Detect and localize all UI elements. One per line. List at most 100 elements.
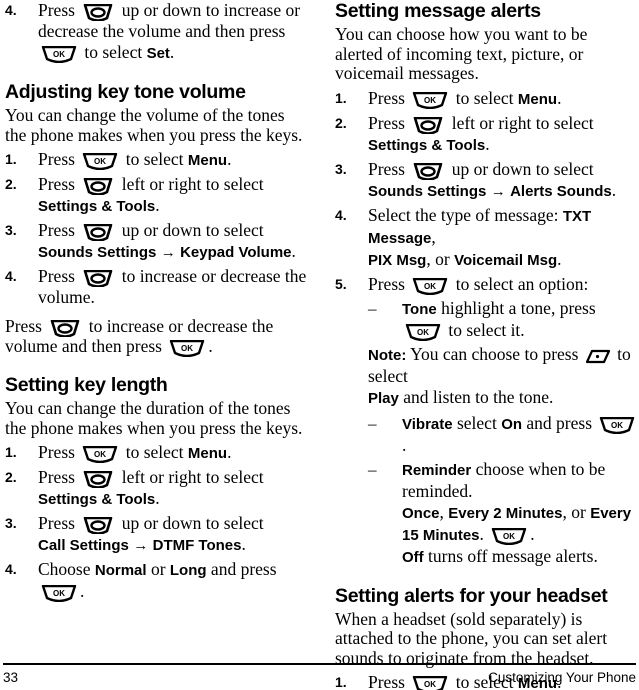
punct: .	[557, 248, 562, 269]
ui-term: Normal	[94, 562, 147, 579]
svg-text:OK: OK	[417, 328, 429, 337]
step-number: 3.	[5, 222, 17, 238]
step-text: or	[150, 559, 166, 579]
svg-text:OK: OK	[181, 344, 193, 353]
list-item: 4. Select the type of message: TXT Messa…	[335, 205, 639, 271]
ui-term: Reminder	[402, 461, 472, 479]
dash-marker: –	[368, 298, 377, 318]
ok-key-icon: OK	[168, 340, 206, 357]
sub-text: highlight a tone, press	[441, 297, 596, 318]
footer-divider	[3, 663, 636, 665]
step-text: Press	[38, 149, 75, 169]
punct: .	[402, 434, 407, 455]
ui-term: On	[501, 415, 523, 433]
ok-key-icon: OK	[411, 91, 449, 109]
step-text: to select	[84, 42, 143, 62]
arrow-glyph: →	[490, 182, 506, 200]
punct: .	[611, 179, 617, 200]
punct: .	[530, 523, 535, 544]
list-item: 3. Press up or down to select Call Setti…	[5, 513, 309, 556]
punct: .	[155, 195, 160, 215]
ui-term: Every 2 Minutes	[448, 504, 563, 522]
svg-text:OK: OK	[53, 50, 65, 59]
step-text: Press	[38, 467, 75, 487]
list-item: 2. Press left or right to select Setting…	[335, 113, 639, 156]
punct: .	[227, 149, 232, 169]
note-label: Note:	[368, 346, 407, 364]
step-number: 3.	[335, 160, 347, 177]
dash-marker: –	[368, 413, 377, 433]
step-number: 1.	[5, 151, 17, 167]
ui-term: Call Settings	[38, 537, 129, 554]
note-text: and listen to the tone.	[403, 386, 554, 407]
svg-text:OK: OK	[611, 421, 623, 430]
step-text: to select	[125, 149, 184, 169]
step-text: up or down to select	[121, 513, 264, 533]
punct: .	[227, 442, 232, 462]
soft-key-icon	[585, 349, 611, 365]
step-text: Press	[38, 0, 75, 20]
ui-term: Off	[402, 548, 424, 566]
ok-key-icon: OK	[404, 323, 442, 341]
sub-text: and press	[526, 412, 593, 433]
step-number: 1.	[5, 444, 17, 460]
ui-term: Vibrate	[402, 415, 453, 433]
step-text: up or down to select	[451, 158, 594, 179]
ok-key-icon: OK	[490, 527, 528, 545]
step-text: left or right to select	[121, 467, 264, 487]
punct: .	[291, 241, 296, 261]
sub-text: to select it.	[448, 319, 525, 340]
navigation-key-icon	[81, 517, 115, 534]
intro-paragraph-key-length: You can change the duration of the tones…	[5, 398, 303, 438]
right-column: Setting message alerts You can choose ho…	[335, 0, 639, 690]
step-text: to increase or decrease the volume.	[38, 266, 307, 307]
sub-text: select	[456, 412, 497, 433]
sub-text: turns off message alerts.	[428, 545, 598, 566]
step-number: 4.	[5, 268, 17, 284]
section-heading-message-alerts: Setting message alerts	[335, 0, 541, 22]
punct: .	[80, 581, 85, 601]
note-text: You can choose to press	[410, 343, 579, 364]
left-column: 4. Press up or down to increase or decre…	[5, 0, 309, 605]
step-number: 2.	[335, 114, 347, 131]
step-text: left or right to select	[121, 174, 264, 194]
step-text: Press	[368, 158, 405, 179]
punct: .	[485, 133, 490, 154]
step-text: Press	[368, 87, 405, 108]
step-text: Press	[38, 220, 75, 240]
list-item: 1. Press OK to select Menu.	[335, 88, 639, 110]
ui-term: Menu	[187, 152, 228, 169]
svg-text:OK: OK	[94, 157, 106, 166]
ui-term: DTMF Tones	[152, 537, 242, 554]
punct: .	[208, 336, 213, 356]
ok-key-icon: OK	[40, 585, 78, 602]
step-number: 3.	[5, 515, 17, 531]
arrow-glyph: →	[160, 244, 176, 261]
ui-term: Long	[169, 562, 207, 579]
punct: .	[169, 42, 175, 62]
step-text: Select the type of message:	[368, 204, 559, 225]
step-text: left or right to select	[451, 112, 594, 133]
punct: , or	[562, 501, 586, 522]
step-number: 4.	[335, 206, 347, 223]
sub-list-item-tone: – Tone highlight a tone, press OK to sel…	[368, 298, 639, 341]
navigation-key-icon	[81, 224, 115, 241]
ui-term: Settings & Tools	[38, 198, 156, 215]
step-text: Press	[38, 513, 75, 533]
navigation-key-icon	[48, 320, 82, 337]
punct: ,	[439, 501, 444, 522]
punct: .	[479, 523, 484, 544]
ui-term: Play	[368, 389, 399, 407]
page-number: 33	[3, 669, 19, 685]
ui-term: Set	[146, 45, 170, 62]
step-number: 2.	[5, 176, 17, 192]
step-number: 4.	[5, 2, 17, 18]
list-item: 5. Press OK to select an option:	[335, 274, 639, 295]
ui-term: Once	[402, 504, 440, 522]
list-item: 3. Press up or down to select Sounds Set…	[335, 159, 639, 202]
intro-paragraph-message-alerts: You can choose how you want to be alerte…	[335, 24, 588, 83]
step-text: up or down to select	[121, 220, 264, 240]
list-item: 2. Press left or right to select Setting…	[5, 467, 309, 510]
ui-term: Alerts Sounds	[510, 182, 612, 200]
ui-term: Menu	[517, 90, 558, 108]
